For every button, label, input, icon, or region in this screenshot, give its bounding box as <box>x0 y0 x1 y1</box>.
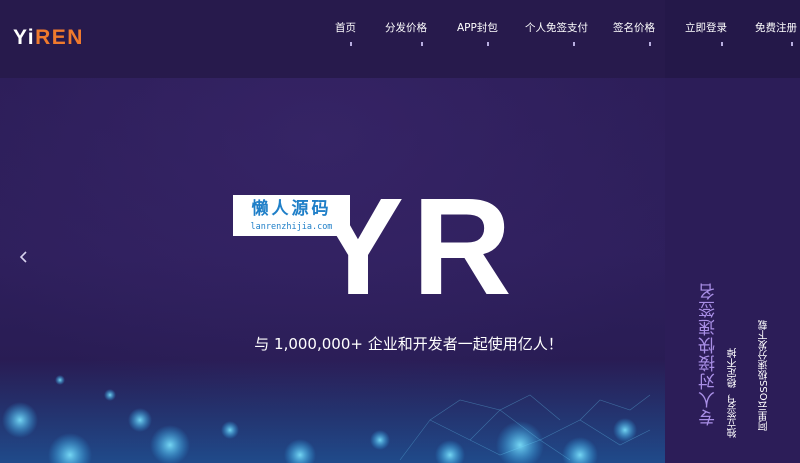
nav-item-label: 分发价格 <box>385 22 427 34</box>
watermark-title: 懒人源码 <box>251 199 332 219</box>
nav-item-register[interactable]: 免费注册 <box>755 20 797 46</box>
nav-divider-tick <box>350 42 352 46</box>
watermark-url: lanrenzhijia.com <box>250 222 333 232</box>
sidebar-line-1: 独立签名，稳定不掉 <box>728 348 739 438</box>
nav-item-label: APP封包 <box>457 22 498 34</box>
nav-item-home[interactable]: 首页 <box>335 20 356 46</box>
nav-item-app-packaging[interactable]: APP封包 <box>457 20 498 46</box>
sidebar-line-2: 阿里云OSS极速分发下载 <box>759 320 770 431</box>
nav-divider-tick <box>791 42 793 46</box>
nav-divider-tick <box>721 42 723 46</box>
nav-item-personal-payment[interactable]: 个人免签支付 <box>525 20 588 46</box>
main-nav: 首页 分发价格 APP封包 个人免签支付 签名价格 立即登录 免费注册 <box>0 20 800 60</box>
nav-item-label: 立即登录 <box>685 22 727 34</box>
nav-item-label: 个人免签支付 <box>525 22 588 34</box>
nav-divider-tick <box>421 42 423 46</box>
sidebar-title: 专人对接快速签名 <box>699 282 719 426</box>
nav-item-label: 免费注册 <box>755 22 797 34</box>
watermark-badge: 懒人源码 lanrenzhijia.com <box>233 195 350 236</box>
nav-item-signing-pricing[interactable]: 签名价格 <box>613 20 655 46</box>
nav-item-label: 签名价格 <box>613 22 655 34</box>
nav-item-label: 首页 <box>335 22 356 34</box>
nav-item-login[interactable]: 立即登录 <box>685 20 727 46</box>
chevron-left-icon[interactable] <box>17 248 31 266</box>
tagline-text: 与 1,000,000+ 企业和开发者一起使用亿人！ <box>254 335 563 353</box>
hero-tagline: 与 1,000,000+ 企业和开发者一起使用亿人！ <box>0 333 665 354</box>
nav-item-distribution-pricing[interactable]: 分发价格 <box>385 20 427 46</box>
nav-divider-tick <box>649 42 651 46</box>
nav-divider-tick <box>487 42 489 46</box>
nav-divider-tick <box>573 42 575 46</box>
